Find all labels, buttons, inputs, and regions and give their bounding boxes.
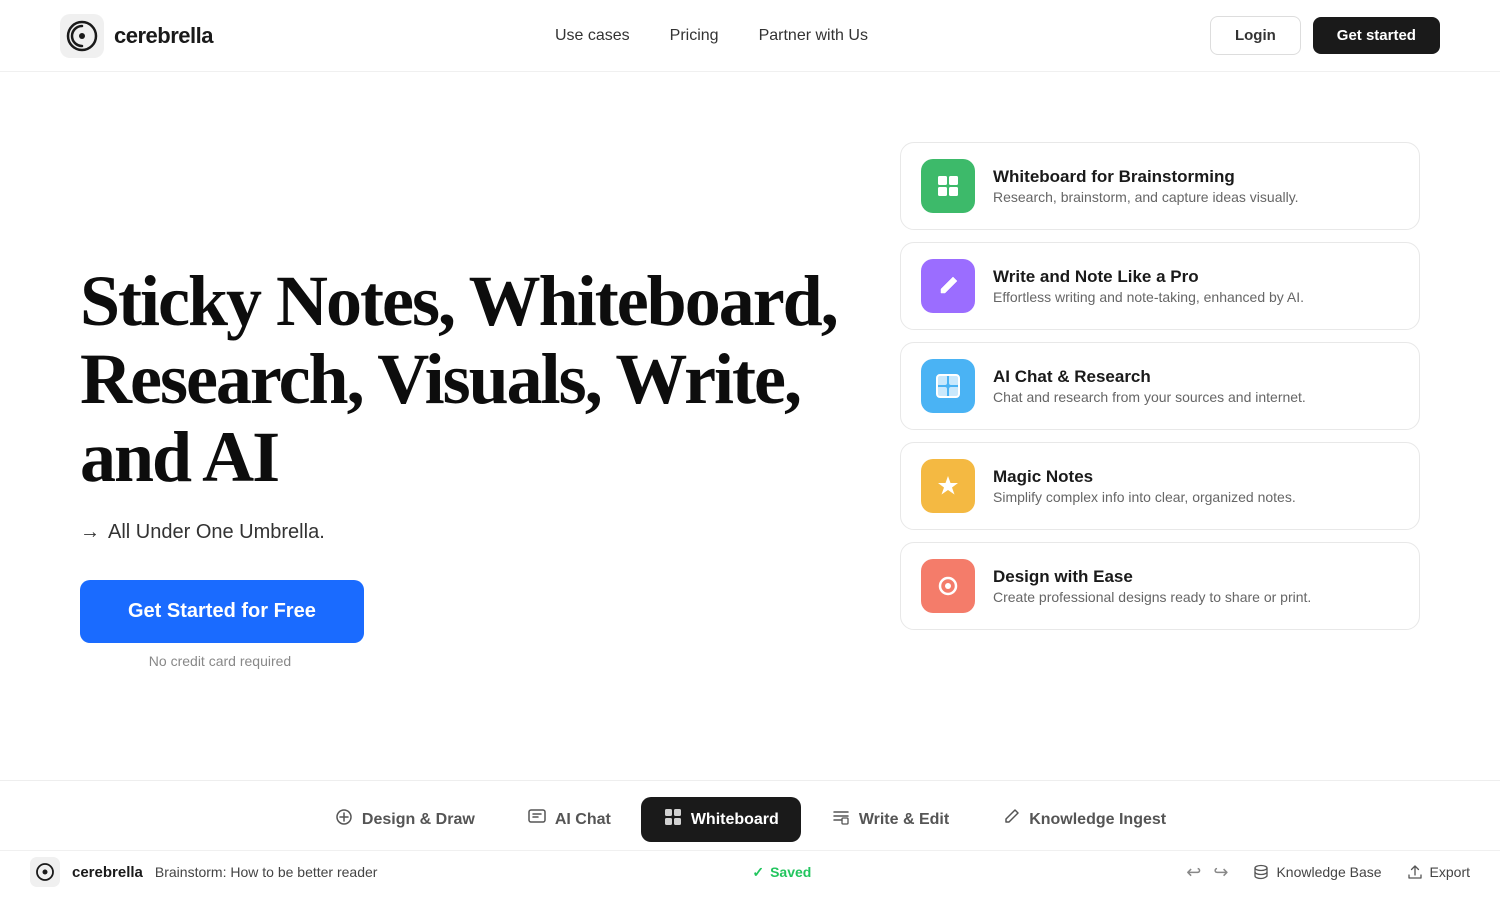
feature-card-whiteboard: Whiteboard for Brainstorming Research, b… [900,142,1420,230]
export-icon [1406,863,1424,881]
export-label: Export [1430,864,1470,880]
nav-use-cases[interactable]: Use cases [555,27,630,45]
feature-text-ai-chat: AI Chat & Research Chat and research fro… [993,367,1306,405]
hero-right: Whiteboard for Brainstorming Research, b… [900,132,1420,780]
nav-actions: Login Get started [1210,16,1440,55]
knowledge-base-label: Knowledge Base [1276,864,1381,880]
feature-title-ai-chat: AI Chat & Research [993,367,1306,387]
hero-title: Sticky Notes, Whiteboard, Research, Visu… [80,263,860,496]
hero-subtitle-text: All Under One Umbrella. [108,521,325,544]
app-bar: cerebrella Brainstorm: How to be better … [0,850,1500,893]
tab-whiteboard-label: Whiteboard [691,811,779,829]
knowledge-ingest-tab-icon [1001,807,1021,832]
write-edit-tab-icon [831,807,851,832]
feature-card-ai-chat: AI Chat & Research Chat and research fro… [900,342,1420,430]
app-bar-left: cerebrella Brainstorm: How to be better … [30,857,377,887]
feature-card-design: Design with Ease Create professional des… [900,542,1420,630]
whiteboard-tab-icon [663,807,683,832]
nav-links: Use cases Pricing Partner with Us [555,27,868,45]
tab-ai-chat[interactable]: AI Chat [505,797,633,842]
tab-design-draw[interactable]: Design & Draw [312,797,497,842]
tab-write-edit-label: Write & Edit [859,811,949,829]
main-content: Sticky Notes, Whiteboard, Research, Visu… [0,72,1500,780]
feature-desc-magic-notes: Simplify complex info into clear, organi… [993,489,1296,505]
logo[interactable]: cerebrella [60,14,213,58]
bottom-bar: Design & Draw AI Chat Whiteboard [0,780,1500,900]
feature-title-magic-notes: Magic Notes [993,467,1296,487]
redo-button[interactable]: ↪ [1213,862,1228,883]
hero-subtitle: → All Under One Umbrella. [80,521,860,544]
nav-partner[interactable]: Partner with Us [759,27,868,45]
ai-chat-tab-icon [527,807,547,832]
feature-desc-write: Effortless writing and note-taking, enha… [993,289,1304,305]
design-icon [934,572,962,600]
app-bar-logo-icon [30,857,60,887]
app-bar-right: ↩ ↪ Knowledge Base Export [1186,862,1470,883]
feature-text-design: Design with Ease Create professional des… [993,567,1311,605]
feature-icon-bg-ai-chat [921,359,975,413]
feature-text-magic-notes: Magic Notes Simplify complex info into c… [993,467,1296,505]
feature-text-write: Write and Note Like a Pro Effortless wri… [993,267,1304,305]
feature-text-whiteboard: Whiteboard for Brainstorming Research, b… [993,167,1299,205]
no-credit-text: No credit card required [80,653,360,669]
undo-redo-group: ↩ ↪ [1186,862,1228,883]
knowledge-base-action[interactable]: Knowledge Base [1252,863,1381,881]
app-bar-doc-title: Brainstorm: How to be better reader [155,864,378,880]
logo-text: cerebrella [114,23,213,49]
feature-desc-design: Create professional designs ready to sha… [993,589,1311,605]
feature-icon-bg-design [921,559,975,613]
tab-bar: Design & Draw AI Chat Whiteboard [0,781,1500,850]
ai-chat-icon [934,372,962,400]
saved-check-icon: ✓ [752,864,764,881]
feature-icon-bg-write [921,259,975,313]
tab-whiteboard[interactable]: Whiteboard [641,797,801,842]
feature-desc-ai-chat: Chat and research from your sources and … [993,389,1306,405]
arrow-icon: → [80,521,100,544]
feature-card-write: Write and Note Like a Pro Effortless wri… [900,242,1420,330]
app-bar-center: ✓ Saved [752,864,811,881]
feature-icon-bg-magic-notes [921,459,975,513]
navbar: cerebrella Use cases Pricing Partner wit… [0,0,1500,72]
feature-title-whiteboard: Whiteboard for Brainstorming [993,167,1299,187]
design-draw-icon [334,807,354,832]
get-started-nav-button[interactable]: Get started [1313,17,1440,54]
feature-card-magic-notes: Magic Notes Simplify complex info into c… [900,442,1420,530]
logo-icon [60,14,104,58]
undo-button[interactable]: ↩ [1186,862,1201,883]
whiteboard-icon [934,172,962,200]
login-button[interactable]: Login [1210,16,1301,55]
tab-knowledge-ingest-label: Knowledge Ingest [1029,811,1166,829]
export-action[interactable]: Export [1406,863,1470,881]
cta-button[interactable]: Get Started for Free [80,580,364,643]
saved-label: Saved [770,864,811,880]
magic-notes-icon [934,472,962,500]
write-icon [934,272,962,300]
tab-knowledge-ingest[interactable]: Knowledge Ingest [979,797,1188,842]
feature-title-write: Write and Note Like a Pro [993,267,1304,287]
feature-title-design: Design with Ease [993,567,1311,587]
app-bar-logo-text: cerebrella [72,864,143,881]
tab-ai-chat-label: AI Chat [555,811,611,829]
tab-write-edit[interactable]: Write & Edit [809,797,971,842]
knowledge-base-icon [1252,863,1270,881]
nav-pricing[interactable]: Pricing [670,27,719,45]
feature-icon-bg-whiteboard [921,159,975,213]
feature-desc-whiteboard: Research, brainstorm, and capture ideas … [993,189,1299,205]
tab-design-draw-label: Design & Draw [362,811,475,829]
hero-left: Sticky Notes, Whiteboard, Research, Visu… [80,132,860,780]
